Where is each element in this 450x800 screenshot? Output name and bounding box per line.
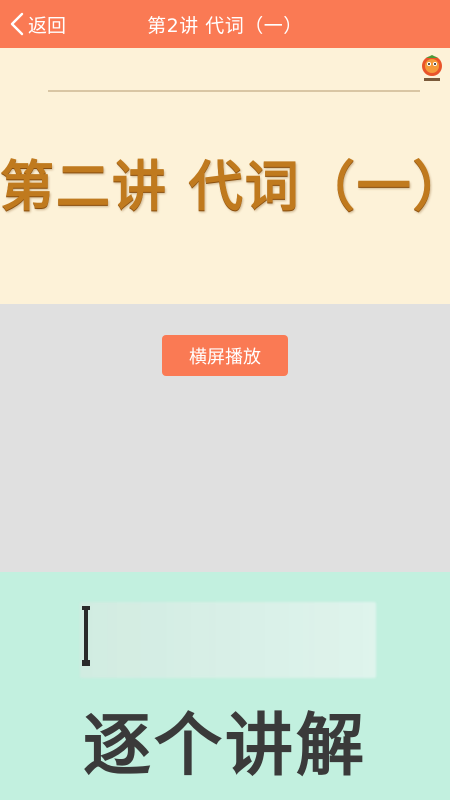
- mascot-logo-icon: [418, 54, 446, 84]
- slide-divider: [48, 90, 420, 92]
- slide-heading: 第二讲 代词（一）: [0, 155, 450, 218]
- promo-banner: 逐个讲解: [0, 572, 450, 800]
- text-cursor-icon: [82, 606, 90, 668]
- promo-headline: 逐个讲解: [82, 707, 367, 786]
- screen: 返回 第2讲 代词（一） 第二讲 代词（一） 横屏播放 逐个讲解: [0, 0, 450, 800]
- top-nav-bar: 返回 第2讲 代词（一）: [0, 0, 450, 48]
- landscape-play-button[interactable]: 横屏播放: [162, 335, 288, 376]
- back-label: 返回: [28, 14, 67, 37]
- chevron-left-icon: [10, 12, 24, 36]
- video-player[interactable]: 第二讲 代词（一）: [0, 48, 450, 304]
- blurred-preview: [80, 602, 376, 678]
- back-button[interactable]: 返回: [10, 0, 66, 48]
- player-controls-area: 横屏播放: [0, 304, 450, 572]
- page-title: 第2讲 代词（一）: [147, 14, 303, 37]
